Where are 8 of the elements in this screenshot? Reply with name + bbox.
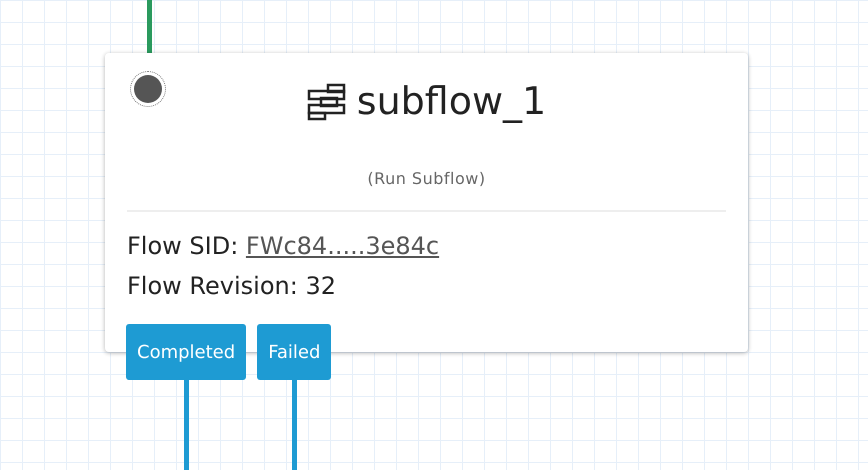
node-title: subflow_1 xyxy=(356,79,546,123)
field-label: Flow Revision: xyxy=(127,271,299,302)
node-subtitle: (Run Subflow) xyxy=(366,169,487,188)
input-port[interactable] xyxy=(130,71,166,107)
subflow-icon xyxy=(306,81,347,121)
field-label: Flow SID: xyxy=(127,231,240,262)
field-link[interactable]: FWc84.....3e84c xyxy=(246,226,440,266)
field-value: 32 xyxy=(305,271,336,302)
